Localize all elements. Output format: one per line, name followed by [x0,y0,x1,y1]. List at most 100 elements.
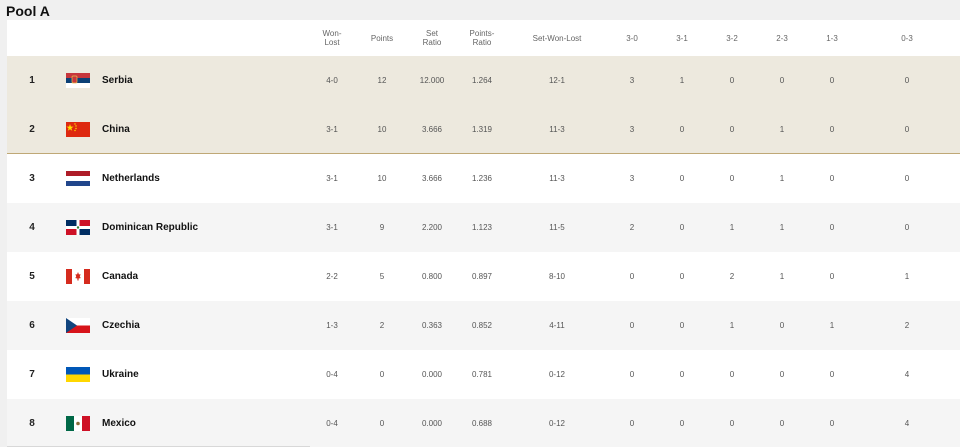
header-points[interactable]: Points [357,20,407,56]
result-3-0-cell: 2 [629,223,635,232]
points-cell: 0 [379,370,385,379]
result-0-3-cell: 2 [904,321,910,330]
table-row[interactable]: 7 Ukraine 0-4 0 0.000 0.781 0-12 0 0 0 0 0 4 [7,350,960,399]
header-3-0[interactable]: 3-0 [607,20,657,56]
won-lost-cell: 0-4 [326,419,338,428]
set-won-lost-cell: 11-3 [549,125,565,134]
header-3-1[interactable]: 3-1 [657,20,707,56]
result-3-2-cell: 0 [729,125,735,134]
result-1-3-cell: 0 [829,125,835,134]
result-3-0-cell: 3 [629,76,635,85]
header-won-lost[interactable]: Won- Lost [307,20,357,56]
result-3-0-cell: 0 [629,321,635,330]
points-cell: 2 [379,321,385,330]
points-ratio-cell: 0.781 [471,370,493,379]
result-1-3-cell: 0 [829,223,835,232]
points-cell: 9 [379,223,385,232]
result-3-1-cell: 0 [679,272,685,281]
set-ratio-cell: 0.363 [421,321,443,330]
czechia-flag-icon [66,318,90,333]
result-0-3-cell: 0 [904,174,910,183]
set-ratio-cell: 2.200 [421,223,443,232]
table-row[interactable]: 6 Czechia 1-3 2 0.363 0.852 4-11 0 0 1 0 1 2 [7,301,960,350]
standings-table: Won- Lost Points Set Ratio Points- Ratio… [7,20,960,447]
points-ratio-cell: 1.264 [471,76,493,85]
ukraine-flag-icon [66,367,90,382]
result-3-1-cell: 0 [679,223,685,232]
result-2-3-cell: 1 [779,125,785,134]
set-ratio-cell: 0.800 [421,272,443,281]
table-row[interactable]: 8 Mexico 0-4 0 0.000 0.688 0-12 0 0 0 0 0 4 [7,399,960,447]
header-set-ratio[interactable]: Set Ratio [407,20,457,56]
table-row[interactable]: 4 Dominican Republic 3-1 9 2.200 1.123 11-5 2 0 1… [7,203,960,252]
result-3-2-cell: 1 [729,223,735,232]
team-name[interactable]: Canada [102,252,302,301]
set-won-lost-cell: 8-10 [548,272,565,281]
header-3-2[interactable]: 3-2 [707,20,757,56]
rank-cell: 5 [29,271,35,282]
result-3-0-cell: 0 [629,272,635,281]
header-set-won-lost[interactable]: Set-Won-Lost [507,20,607,56]
result-3-2-cell: 2 [729,272,735,281]
won-lost-cell: 3-1 [326,125,338,134]
table-row[interactable]: 3 Netherlands 3-1 10 3.666 1.236 11-3 3 0 0 1 0 0 [7,154,960,203]
result-2-3-cell: 0 [779,76,785,85]
set-ratio-cell: 0.000 [421,419,443,428]
set-won-lost-cell: 12-1 [548,76,565,85]
rank-cell: 8 [29,418,35,429]
result-1-3-cell: 0 [829,419,835,428]
china-flag-icon [66,122,90,137]
team-name[interactable]: Dominican Republic [102,203,302,252]
won-lost-cell: 1-3 [326,321,338,330]
header-points-ratio[interactable]: Points- Ratio [457,20,507,56]
result-3-1-cell: 0 [679,174,685,183]
header-1-3[interactable]: 1-3 [807,20,857,56]
rank-cell: 3 [29,173,35,184]
result-3-1-cell: 0 [679,321,685,330]
table-row[interactable]: 2 China 3-1 10 3.666 1.319 11-3 3 0 0 1 0 0 [7,105,960,154]
result-2-3-cell: 1 [779,174,785,183]
result-3-2-cell: 0 [729,419,735,428]
result-3-1-cell: 0 [679,419,685,428]
team-name[interactable]: China [102,105,302,154]
table-header: Won- Lost Points Set Ratio Points- Ratio… [7,20,960,56]
team-name[interactable]: Netherlands [102,154,302,203]
points-cell: 10 [377,125,387,134]
result-3-0-cell: 0 [629,419,635,428]
result-2-3-cell: 0 [779,419,785,428]
result-3-2-cell: 0 [729,174,735,183]
result-3-0-cell: 3 [629,125,635,134]
team-name[interactable]: Mexico [102,399,302,447]
result-1-3-cell: 0 [829,174,835,183]
rank-cell: 1 [29,75,35,86]
rank-cell: 4 [29,222,35,233]
set-won-lost-cell: 0-12 [548,370,565,379]
result-3-1-cell: 0 [679,125,685,134]
result-0-3-cell: 4 [904,419,910,428]
result-2-3-cell: 1 [779,272,785,281]
table-row[interactable]: 5 Canada 2-2 5 0.800 0.897 8-10 0 0 2 1 0 1 [7,252,960,301]
team-name[interactable]: Serbia [102,56,302,105]
rank-cell: 7 [29,369,35,380]
won-lost-cell: 3-1 [326,174,338,183]
result-2-3-cell: 1 [779,223,785,232]
team-name[interactable]: Czechia [102,301,302,350]
result-3-2-cell: 0 [729,76,735,85]
result-2-3-cell: 0 [779,321,785,330]
table-row[interactable]: 1 Serbia 4-0 12 12.000 1.264 12-1 3 1 0 0 0 0 [7,56,960,105]
result-3-0-cell: 0 [629,370,635,379]
header-2-3[interactable]: 2-3 [757,20,807,56]
points-ratio-cell: 1.236 [471,174,493,183]
points-ratio-cell: 1.123 [471,223,493,232]
result-2-3-cell: 0 [779,370,785,379]
result-1-3-cell: 1 [829,321,835,330]
set-won-lost-cell: 11-5 [549,223,565,232]
serbia-flag-icon [66,73,90,88]
rank-cell: 2 [29,124,35,135]
points-cell: 5 [379,272,385,281]
points-ratio-cell: 1.319 [471,125,493,134]
header-0-3[interactable]: 0-3 [857,20,957,56]
dominican-republic-flag-icon [66,220,90,235]
team-name[interactable]: Ukraine [102,350,302,399]
canada-flag-icon [66,269,90,284]
